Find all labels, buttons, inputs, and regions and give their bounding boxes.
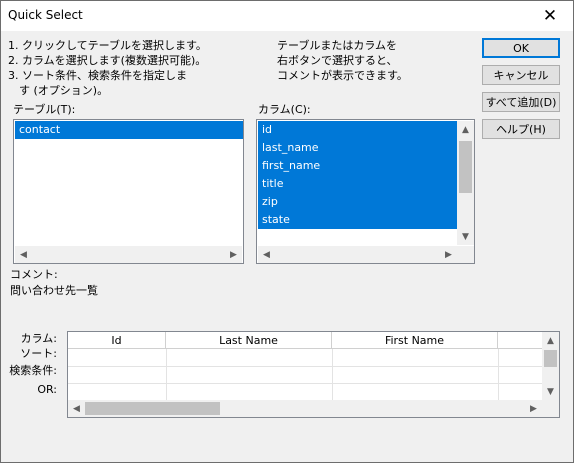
cancel-button[interactable]: キャンセル: [482, 65, 560, 85]
grid-v-scroll-thumb[interactable]: [544, 350, 557, 367]
title-bar: Quick Select ✕: [1, 1, 573, 31]
query-grid[interactable]: Id Last Name First Name ▲ ▼ ◀ ▶: [67, 331, 560, 418]
columns-label: カラム(C):: [258, 103, 311, 116]
grid-header-empty[interactable]: [498, 332, 544, 349]
grid-header-last-name[interactable]: Last Name: [166, 332, 332, 349]
tables-horizontal-scrollbar[interactable]: ◀ ▶: [15, 246, 242, 263]
grid-col-divider: [166, 349, 167, 400]
hint-line-1: テーブルまたはカラムを: [277, 39, 398, 52]
tables-listbox[interactable]: contact ◀ ▶: [13, 119, 244, 264]
grid-row-label-or: OR:: [37, 383, 57, 396]
ok-button[interactable]: OK: [482, 38, 560, 58]
instruction-step-3: 3. ソート条件、検索条件を指定しま: [8, 69, 187, 82]
quick-select-dialog: Quick Select ✕ 1. クリックしてテーブルを選択します。 2. カ…: [0, 0, 574, 463]
grid-col-divider: [332, 349, 333, 400]
instruction-step-1: 1. クリックしてテーブルを選択します。: [8, 39, 207, 52]
grid-row-divider: [68, 366, 543, 367]
scroll-left-icon[interactable]: ◀: [68, 400, 85, 417]
grid-h-scroll-thumb[interactable]: [85, 402, 220, 415]
window-title: Quick Select: [8, 8, 83, 22]
comment-value: 問い合わせ先一覧: [10, 284, 98, 297]
table-item-contact[interactable]: contact: [15, 121, 243, 139]
column-item-first-name[interactable]: first_name: [258, 157, 457, 175]
scroll-left-icon[interactable]: ◀: [258, 246, 275, 263]
scroll-up-icon[interactable]: ▲: [457, 121, 474, 138]
columns-vertical-scrollbar[interactable]: ▲ ▼: [457, 121, 474, 245]
column-item-last-name[interactable]: last_name: [258, 139, 457, 157]
grid-row-divider: [68, 383, 543, 384]
grid-horizontal-scrollbar[interactable]: ◀ ▶: [68, 400, 559, 417]
hint-line-2: 右ボタンで選択すると、: [277, 54, 398, 67]
scroll-up-icon[interactable]: ▲: [542, 332, 559, 349]
hint-line-3: コメントが表示できます。: [277, 69, 408, 82]
tables-label: テーブル(T):: [13, 103, 76, 116]
close-icon[interactable]: ✕: [527, 1, 573, 31]
columns-scroll-thumb[interactable]: [459, 141, 472, 193]
grid-row-label-sort: ソート:: [20, 347, 57, 360]
scroll-left-icon[interactable]: ◀: [15, 246, 32, 263]
grid-header-first-name[interactable]: First Name: [332, 332, 498, 349]
grid-row-label-criteria: 検索条件:: [9, 364, 57, 377]
columns-listbox[interactable]: id last_name first_name title zip state …: [256, 119, 475, 264]
column-item-state[interactable]: state: [258, 211, 457, 229]
help-button[interactable]: ヘルプ(H): [482, 119, 560, 139]
grid-row-label-column: カラム:: [20, 332, 57, 345]
instruction-step-3-cont: す (オプション)。: [8, 84, 109, 97]
scroll-right-icon[interactable]: ▶: [225, 246, 242, 263]
column-item-id[interactable]: id: [258, 121, 457, 139]
grid-col-divider: [498, 349, 499, 400]
comment-label: コメント:: [10, 268, 58, 281]
scroll-right-icon[interactable]: ▶: [525, 400, 542, 417]
add-all-button[interactable]: すべて追加(D): [482, 92, 560, 112]
scroll-right-icon[interactable]: ▶: [440, 246, 457, 263]
scroll-down-icon[interactable]: ▼: [542, 383, 559, 400]
grid-vertical-scrollbar[interactable]: ▲ ▼: [542, 332, 559, 400]
columns-horizontal-scrollbar[interactable]: ◀ ▶: [258, 246, 474, 263]
column-item-title[interactable]: title: [258, 175, 457, 193]
grid-header-id[interactable]: Id: [68, 332, 166, 349]
column-item-zip[interactable]: zip: [258, 193, 457, 211]
scroll-down-icon[interactable]: ▼: [457, 228, 474, 245]
instruction-step-2: 2. カラムを選択します(複数選択可能)。: [8, 54, 207, 67]
